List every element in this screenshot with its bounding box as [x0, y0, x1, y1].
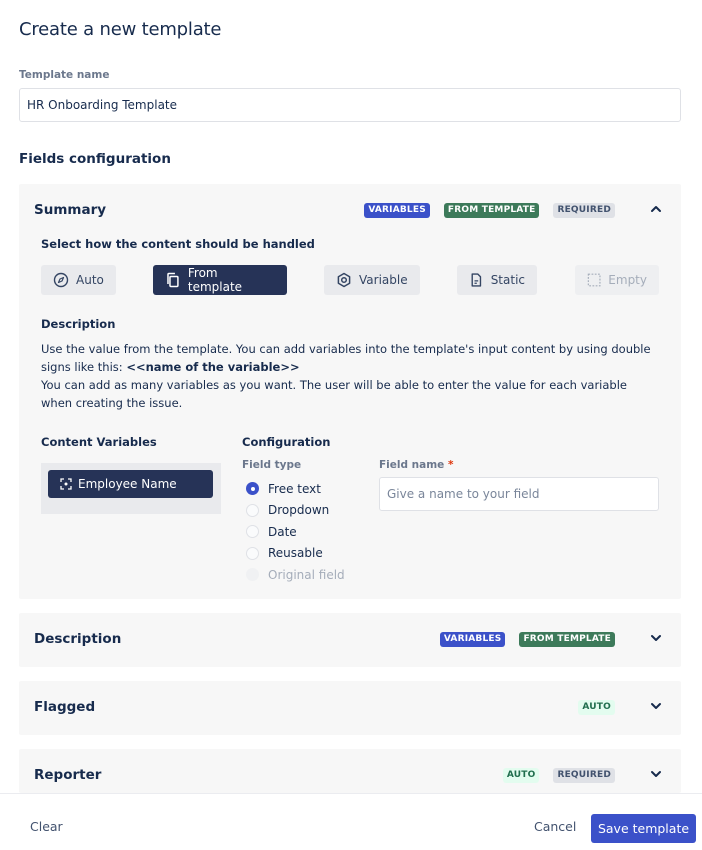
handle-option-auto[interactable]: Auto	[41, 265, 116, 295]
handle-option-label: Variable	[359, 273, 408, 287]
radio-unchecked[interactable]	[246, 546, 259, 560]
section-reporter-header[interactable]: Reporter AUTO REQUIRED	[19, 749, 681, 793]
handle-label: Select how the content should be handled	[41, 237, 315, 251]
description-text: Use the value from the template. You can…	[41, 340, 661, 412]
field-type-label: Field type	[242, 459, 302, 471]
handle-option-label: Static	[490, 273, 525, 287]
copy-icon	[167, 272, 179, 288]
configuration-label: Configuration	[242, 435, 331, 449]
auto-badge: AUTO	[502, 768, 540, 783]
variable-focus-icon	[60, 478, 72, 490]
field-type-radio-group: Free text Dropdown Date Reusable Origina…	[246, 478, 345, 586]
document-icon	[471, 273, 482, 287]
auto-badge: AUTO	[578, 700, 615, 715]
radio-checked[interactable]	[246, 482, 259, 496]
section-summary: Summary VARIABLES FROM TEMPLATE REQUIRED…	[19, 184, 681, 599]
radio-label: Date	[268, 524, 297, 539]
content-variable-label: Employee Name	[78, 477, 177, 491]
badges: AUTO REQUIRED	[502, 768, 615, 783]
chevron-down-icon[interactable]	[649, 699, 663, 713]
page-title: Create a new template	[19, 19, 222, 40]
section-reporter: Reporter AUTO REQUIRED	[19, 749, 681, 793]
field-type-original-field: Original field	[246, 564, 345, 586]
field-type-reusable[interactable]: Reusable	[246, 543, 345, 565]
cancel-button[interactable]: Cancel	[534, 819, 576, 834]
field-type-dropdown[interactable]: Dropdown	[246, 500, 345, 522]
hexagon-icon	[337, 272, 351, 288]
radio-label: Free text	[268, 481, 321, 496]
radio-unchecked[interactable]	[246, 525, 259, 539]
radio-disabled	[246, 568, 259, 582]
section-description-header[interactable]: Description VARIABLES FROM TEMPLATE	[19, 613, 681, 667]
field-type-date[interactable]: Date	[246, 521, 345, 543]
content-variables-list: Employee Name	[41, 463, 221, 514]
handle-option-from-template[interactable]: From template	[153, 265, 287, 295]
section-flagged-header[interactable]: Flagged AUTO	[19, 681, 681, 735]
template-name-input[interactable]	[19, 88, 681, 122]
radio-unchecked[interactable]	[246, 503, 259, 517]
required-asterisk: *	[447, 459, 454, 471]
handle-option-static[interactable]: Static	[457, 265, 537, 295]
field-name-label: Field name *	[379, 459, 453, 471]
variable-syntax-example: <<name of the variable>>	[126, 360, 300, 374]
create-template-page: Create a new template Template name Fiel…	[0, 0, 702, 850]
radio-label: Original field	[268, 567, 345, 582]
required-badge: REQUIRED	[553, 768, 615, 783]
from-template-badge: FROM TEMPLATE	[443, 203, 540, 218]
content-variables-label: Content Variables	[41, 435, 157, 449]
template-name-label: Template name	[19, 69, 110, 81]
section-title: Description	[34, 631, 122, 647]
clear-button[interactable]: Clear	[30, 819, 63, 834]
compass-icon	[53, 272, 69, 288]
section-summary-header[interactable]: Summary VARIABLES FROM TEMPLATE REQUIRED	[19, 184, 681, 238]
chevron-down-icon[interactable]	[649, 631, 663, 645]
footer-actions: Clear Cancel Save template	[0, 793, 702, 850]
content-variable-chip[interactable]: Employee Name	[48, 470, 213, 498]
section-description: Description VARIABLES FROM TEMPLATE	[19, 613, 681, 667]
from-template-badge: FROM TEMPLATE	[519, 632, 615, 647]
required-badge: REQUIRED	[553, 203, 615, 218]
section-title: Flagged	[34, 699, 96, 715]
handle-option-empty: Empty	[575, 265, 659, 295]
handle-option-label: From template	[187, 266, 243, 294]
handle-option-label: Empty	[608, 273, 647, 287]
handle-option-label: Auto	[76, 273, 104, 287]
variables-badge: VARIABLES	[439, 632, 506, 647]
radio-label: Dropdown	[268, 503, 330, 518]
section-flagged: Flagged AUTO	[19, 681, 681, 735]
section-title: Summary	[34, 202, 107, 218]
description-label: Description	[41, 317, 116, 331]
field-name-label-text: Field name	[379, 459, 445, 471]
badges: AUTO	[578, 700, 615, 715]
chevron-down-icon[interactable]	[649, 767, 663, 781]
section-title: Reporter	[34, 767, 102, 783]
description-line-2: You can add as many variables as you wan…	[41, 378, 627, 410]
field-type-free-text[interactable]: Free text	[246, 478, 345, 500]
save-template-button[interactable]: Save template	[591, 814, 696, 843]
field-name-input[interactable]	[379, 477, 659, 511]
radio-label: Reusable	[268, 546, 323, 561]
badges: VARIABLES FROM TEMPLATE REQUIRED	[364, 203, 615, 218]
handle-option-variable[interactable]: Variable	[324, 265, 420, 295]
badges: VARIABLES FROM TEMPLATE	[439, 632, 615, 647]
variables-badge: VARIABLES	[364, 203, 430, 218]
chevron-up-icon[interactable]	[649, 202, 663, 216]
dashed-square-icon	[587, 273, 601, 287]
fields-configuration-heading: Fields configuration	[19, 151, 171, 167]
